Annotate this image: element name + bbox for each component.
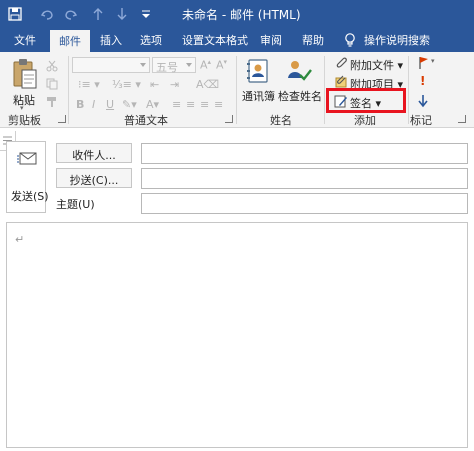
window-title: 未命名 - 邮件 (HTML) — [182, 8, 301, 22]
tab-options[interactable]: 选项 — [140, 32, 162, 48]
tab-insert[interactable]: 插入 — [100, 32, 122, 48]
group-separator — [408, 56, 409, 124]
basic-text-group-label: 普通文本 — [124, 114, 168, 127]
address-book-icon[interactable] — [246, 58, 270, 84]
address-book-button[interactable]: 通讯簿 — [242, 88, 275, 104]
cc-field[interactable] — [141, 168, 468, 189]
justify-icon[interactable]: ≡ — [214, 98, 223, 111]
increase-indent-icon[interactable]: ⇥ — [170, 78, 179, 91]
subject-label: 主题(U) — [56, 198, 95, 211]
clear-formatting-icon[interactable]: A⌫ — [196, 78, 219, 91]
basic-text-launcher-icon[interactable] — [225, 115, 233, 123]
tab-mail[interactable]: 邮件 — [50, 30, 90, 52]
group-separator — [68, 56, 69, 124]
paste-dropdown-icon[interactable]: ▾ — [20, 104, 24, 112]
copy-icon[interactable] — [46, 78, 58, 90]
send-label: 发送(S) — [11, 190, 49, 203]
group-separator — [236, 56, 237, 124]
send-button[interactable]: 发送(S) — [6, 141, 49, 213]
check-names-button[interactable]: 检查姓名 — [278, 88, 322, 104]
font-name-combo[interactable] — [72, 57, 150, 73]
check-names-icon[interactable] — [286, 58, 312, 84]
tab-review[interactable]: 审阅 — [260, 32, 282, 48]
italic-button[interactable]: I — [92, 98, 95, 111]
attach-file-button[interactable]: 附加文件 ▾ — [350, 57, 403, 73]
paste-button[interactable]: 粘贴 — [13, 92, 35, 108]
undo-icon[interactable] — [40, 6, 54, 22]
title-bar: 未命名 - 邮件 (HTML) — [0, 0, 474, 28]
to-field[interactable] — [141, 143, 468, 164]
bullets-icon[interactable]: ⁝≡ ▾ — [78, 78, 100, 91]
paperclip-icon — [336, 57, 347, 68]
up-arrow-icon[interactable] — [92, 6, 104, 22]
subject-field[interactable] — [141, 193, 468, 214]
redo-icon[interactable] — [64, 6, 78, 22]
align-left-icon[interactable]: ≡ — [172, 98, 181, 111]
signature-highlight-box — [326, 88, 406, 113]
shrink-font-icon[interactable]: A▾ — [216, 58, 227, 72]
format-painter-icon[interactable] — [46, 96, 58, 108]
down-arrow-icon[interactable] — [116, 6, 128, 22]
ribbon-tab-bar: 文件 邮件 插入 选项 设置文本格式 审阅 帮助 操作说明搜索 — [0, 28, 474, 52]
clipboard-launcher-icon[interactable] — [58, 115, 66, 123]
to-button[interactable]: 收件人... — [56, 143, 132, 163]
tags-group-label: 标记 — [410, 114, 432, 127]
font-color-icon[interactable]: A▾ — [146, 98, 159, 111]
send-envelope-icon — [17, 152, 37, 165]
attach-file-label: 附加文件 — [350, 59, 394, 72]
attach-item-icon — [335, 75, 347, 88]
customize-dropdown-icon[interactable] — [140, 6, 152, 22]
clipboard-group-label: 剪贴板 — [8, 114, 41, 127]
follow-up-flag-icon[interactable] — [418, 56, 430, 70]
numbering-icon[interactable]: ⅓≡ ▾ — [112, 78, 141, 91]
bold-button[interactable]: B — [76, 98, 84, 111]
group-separator — [324, 56, 325, 124]
paste-icon[interactable] — [12, 58, 38, 90]
tags-launcher-icon[interactable] — [458, 115, 466, 123]
cc-button[interactable]: 抄送(C)... — [56, 168, 132, 188]
tell-me-search[interactable]: 操作说明搜索 — [364, 32, 430, 48]
names-group-label: 姓名 — [270, 114, 292, 127]
highlight-color-icon[interactable]: ✎▾ — [122, 98, 137, 111]
tab-file[interactable]: 文件 — [14, 32, 36, 48]
message-body[interactable]: ↵ — [6, 222, 468, 448]
decrease-indent-icon[interactable]: ⇤ — [150, 78, 159, 91]
include-group-label: 添加 — [354, 114, 376, 127]
low-importance-icon[interactable] — [417, 94, 429, 108]
high-importance-icon[interactable]: ! — [420, 74, 425, 88]
tab-help[interactable]: 帮助 — [302, 32, 324, 48]
font-size-combo[interactable]: 五号 — [152, 57, 196, 74]
paragraph-mark: ↵ — [15, 233, 25, 246]
cut-icon[interactable] — [46, 60, 58, 72]
font-size-value: 五号 — [156, 61, 178, 74]
align-center-icon[interactable]: ≡ — [186, 98, 195, 111]
align-right-icon[interactable]: ≡ — [200, 98, 209, 111]
grow-font-icon[interactable]: A▴ — [200, 58, 211, 72]
flag-dropdown-icon[interactable]: ▾ — [431, 57, 435, 65]
lightbulb-icon — [345, 33, 355, 47]
underline-button[interactable]: U — [106, 98, 114, 111]
tab-format-text[interactable]: 设置文本格式 — [182, 32, 248, 48]
save-icon[interactable] — [8, 6, 22, 22]
